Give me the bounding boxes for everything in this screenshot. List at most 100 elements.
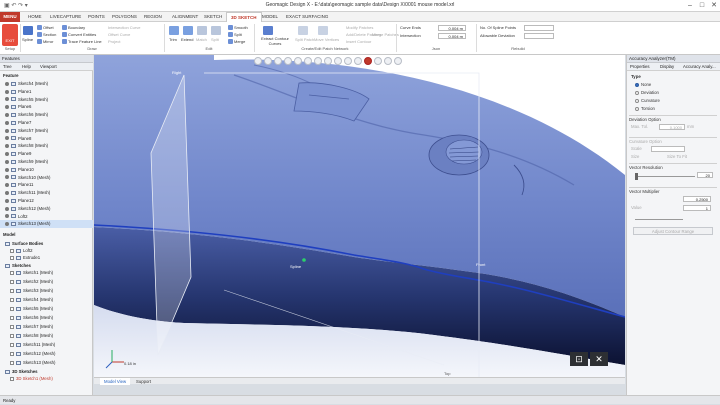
- tab-accuracy-analyzer[interactable]: Accuracy Analy...: [683, 64, 716, 69]
- spline-points-input[interactable]: [524, 25, 554, 31]
- sketch-item[interactable]: Sketch3 (Mesh): [0, 287, 93, 294]
- tab-display[interactable]: Display: [660, 64, 674, 69]
- feature-item[interactable]: Loft2: [0, 213, 93, 220]
- feature-item[interactable]: Plane11: [0, 181, 93, 188]
- split-small-button[interactable]: Split: [228, 32, 242, 38]
- feature-item[interactable]: Plane9: [0, 150, 93, 157]
- curve-ends-input[interactable]: 0.004 m: [438, 25, 466, 31]
- visibility-checkbox[interactable]: [10, 351, 14, 356]
- visibility-checkbox[interactable]: [10, 324, 14, 329]
- sketch-item[interactable]: Sketch7 (Mesh): [0, 323, 93, 330]
- split-patch-button[interactable]: Split Patch: [295, 37, 314, 42]
- snap-icon[interactable]: [394, 57, 402, 65]
- visibility-checkbox[interactable]: [10, 376, 14, 381]
- feature-item[interactable]: Sketch12 (Mesh): [0, 205, 93, 212]
- spline-button[interactable]: Spline: [22, 37, 33, 42]
- tab-support[interactable]: Support: [132, 378, 155, 385]
- view-front-icon[interactable]: [264, 57, 272, 65]
- size-to-fit-button[interactable]: Size To Fit: [667, 154, 687, 159]
- visibility-icon[interactable]: [5, 183, 9, 188]
- tab-points[interactable]: POINTS: [84, 12, 109, 22]
- allowable-deviation-input[interactable]: [524, 33, 554, 39]
- max-tol-input[interactable]: 0.1000: [659, 124, 685, 130]
- radio[interactable]: [635, 98, 639, 103]
- move-vertices-button[interactable]: Move Vertices: [314, 37, 339, 42]
- visibility-checkbox[interactable]: [10, 270, 14, 275]
- intersection-input[interactable]: 0.004 m: [438, 33, 466, 39]
- visibility-checkbox[interactable]: [10, 248, 14, 253]
- merge-button[interactable]: Merge: [228, 39, 245, 45]
- quick-access-toolbar[interactable]: ▣ ↶ ↷ ▾: [4, 2, 28, 9]
- surface-body-item[interactable]: Extrude1: [0, 254, 93, 261]
- vector-resolution-slider[interactable]: [635, 176, 695, 177]
- visibility-icon[interactable]: [5, 175, 9, 180]
- intersection-curve-button[interactable]: Intersection Curve: [108, 25, 140, 30]
- sketch-item[interactable]: Sketch12 (Mesh): [0, 350, 93, 357]
- type-torsion-option[interactable]: Torsion: [635, 106, 655, 111]
- visibility-icon[interactable]: [5, 144, 9, 149]
- view-iso-icon[interactable]: [274, 57, 282, 65]
- select-mode-icon[interactable]: [254, 57, 262, 65]
- vector-multiplier-input[interactable]: 0.2500: [683, 196, 711, 202]
- tab-exact-surfacing[interactable]: EXACT SURFACING: [282, 12, 332, 22]
- radio[interactable]: [635, 90, 639, 95]
- minimize-button[interactable]: –: [684, 1, 696, 11]
- spline-endpoint[interactable]: [302, 258, 306, 262]
- type-deviation-option[interactable]: Deviation: [635, 90, 659, 95]
- sketch-item[interactable]: Sketch8 (Mesh): [0, 332, 93, 339]
- extend-button[interactable]: Extend: [181, 37, 193, 42]
- menu-button[interactable]: MENU: [0, 12, 20, 22]
- section-button[interactable]: Section: [37, 32, 56, 38]
- tab-livecapture[interactable]: LIVECAPTURE: [46, 12, 85, 22]
- 3d-sketch1-item[interactable]: 3D Sketch1 (Mesh): [0, 375, 93, 382]
- slider-thumb[interactable]: [635, 173, 638, 180]
- tab-model-view[interactable]: Model View: [100, 378, 131, 385]
- visibility-checkbox[interactable]: [10, 256, 14, 261]
- visibility-checkbox[interactable]: [10, 297, 14, 302]
- feature-item[interactable]: Sketch9 (Mesh): [0, 158, 93, 165]
- merge-patches-button[interactable]: Merge Patches: [372, 32, 399, 37]
- sketch-item[interactable]: Sketch11 (Mesh): [0, 341, 93, 348]
- insert-contour-button[interactable]: Insert Contour: [346, 39, 371, 44]
- tab-polygons[interactable]: POLYGONS: [108, 12, 141, 22]
- scale-input[interactable]: [651, 146, 685, 152]
- feature-item[interactable]: Sketch4 (Mesh): [0, 80, 93, 87]
- visibility-icon[interactable]: [5, 97, 9, 102]
- exit-button[interactable]: EXIT: [2, 24, 18, 46]
- feature-item[interactable]: Plane10: [0, 166, 93, 173]
- surface-body-item[interactable]: Loft2: [0, 247, 93, 254]
- visibility-icon[interactable]: [5, 214, 9, 219]
- visibility-icon[interactable]: [5, 120, 9, 125]
- tab-home[interactable]: HOME: [24, 12, 46, 22]
- feature-item[interactable]: Sketch7 (Mesh): [0, 127, 93, 134]
- visibility-checkbox[interactable]: [10, 306, 14, 311]
- tab-tree[interactable]: Tree: [3, 64, 12, 69]
- render-mode-icon[interactable]: [304, 57, 312, 65]
- mirror-button[interactable]: Mirror: [37, 39, 53, 45]
- trim-button[interactable]: Trim: [169, 37, 177, 42]
- visibility-icon[interactable]: [5, 128, 9, 133]
- feature-item[interactable]: Plane7: [0, 119, 93, 126]
- visibility-icon[interactable]: [5, 159, 9, 164]
- maximize-button[interactable]: □: [696, 1, 708, 11]
- stop-icon[interactable]: [364, 57, 372, 65]
- visibility-icon[interactable]: [5, 191, 9, 196]
- visibility-checkbox[interactable]: [10, 279, 14, 284]
- smooth-button[interactable]: Smooth: [228, 25, 248, 31]
- sketch-item[interactable]: Sketch1 (Mesh): [0, 269, 93, 276]
- tab-region[interactable]: REGION: [140, 12, 166, 22]
- 3d-viewport[interactable]: Right Spline Front Top 0.18 in ⊡ ✕: [94, 55, 625, 377]
- close-overlay-button[interactable]: ✕: [590, 352, 608, 366]
- offset-curve-button[interactable]: Offset Curve: [108, 32, 130, 37]
- visibility-icon[interactable]: [5, 206, 9, 211]
- sketch-item[interactable]: Sketch2 (Mesh): [0, 278, 93, 285]
- value-slider[interactable]: [635, 219, 683, 220]
- sketch-item[interactable]: Sketch5 (Mesh): [0, 305, 93, 312]
- lighting-icon[interactable]: [324, 57, 332, 65]
- visibility-checkbox[interactable]: [10, 315, 14, 320]
- project-button[interactable]: Project: [108, 39, 120, 44]
- feature-item[interactable]: Sketch11 (Mesh): [0, 189, 93, 196]
- visibility-icon[interactable]: [5, 113, 9, 118]
- extract-contour-button[interactable]: Extract Contour Curves: [258, 36, 292, 46]
- feature-item[interactable]: Plane6: [0, 103, 93, 110]
